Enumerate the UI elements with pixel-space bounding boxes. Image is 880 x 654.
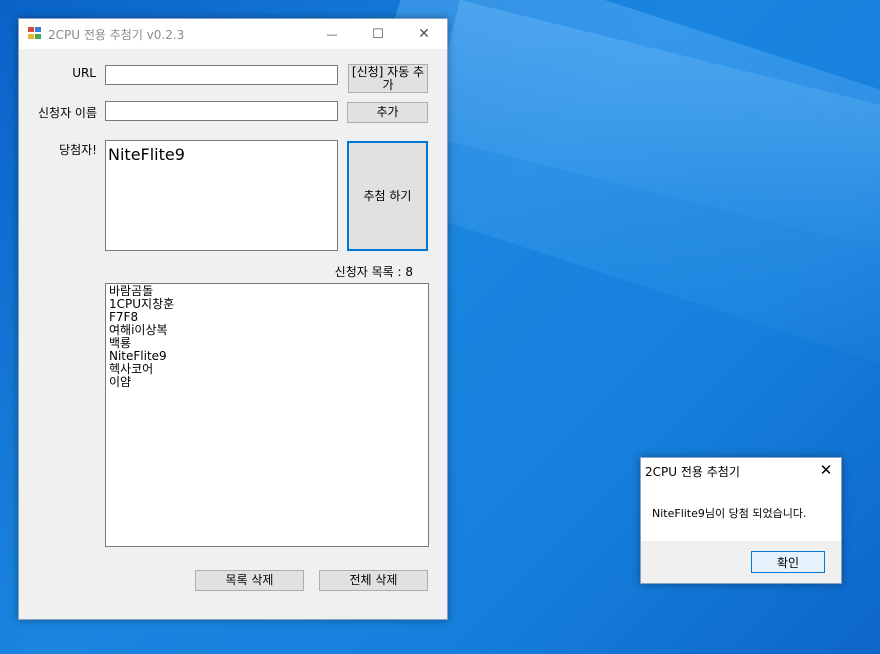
dialog-message: NiteFlite9님이 당첨 되었습니다. [652,507,807,520]
title-bar[interactable]: 2CPU 전용 추첨기 v0.2.3 — ☐ ✕ [19,19,447,49]
app-icon [28,27,42,40]
applicant-count-label: 신청자 목록 : 8 [334,265,413,279]
delete-item-button[interactable]: 목록 삭제 [195,570,304,591]
draw-button[interactable]: 추첨 하기 [347,141,428,251]
url-label: URL [72,66,96,80]
winner-box: NiteFlite9 [105,140,338,251]
list-item[interactable]: 헥사코어 [109,363,425,376]
list-item[interactable]: NiteFlite9 [109,350,425,363]
minimize-button[interactable]: — [309,19,355,49]
maximize-icon: ☐ [372,26,384,42]
list-item[interactable]: 이얌 [109,376,425,389]
dialog-close-button[interactable]: ✕ [811,458,841,482]
main-window: 2CPU 전용 추첨기 v0.2.3 — ☐ ✕ URL [신청] 자동 추가 … [18,18,448,620]
winner-label: 당첨자! [59,143,97,157]
minimize-icon: — [326,27,338,41]
add-button[interactable]: 추가 [347,102,428,123]
applicant-name-label: 신청자 이름 [37,106,97,120]
delete-all-button[interactable]: 전체 삭제 [319,570,428,591]
close-icon: ✕ [819,461,833,479]
applicant-list[interactable]: 바람곰돌 1CPU지창훈 F7F8 여해i이상복 백룡 NiteFlite9 헥사코어 이얌 [105,283,429,547]
close-button[interactable]: ✕ [401,19,447,49]
ok-button[interactable]: 확인 [751,551,825,573]
dialog-title: 2CPU 전용 추첨기 [645,465,740,479]
list-item[interactable]: 여해i이상복 [109,324,425,337]
list-item[interactable]: 1CPU지창훈 [109,298,425,311]
dialog-footer: 확인 [641,541,841,583]
window-title: 2CPU 전용 추첨기 v0.2.3 [48,28,185,42]
applicant-name-input[interactable] [105,101,338,121]
close-icon: ✕ [418,26,430,42]
winner-name: NiteFlite9 [108,145,185,164]
url-input[interactable] [105,65,338,85]
auto-add-button[interactable]: [신청] 자동 추가 [348,64,428,93]
winner-message-dialog: 2CPU 전용 추첨기 ✕ NiteFlite9님이 당첨 되었습니다. 확인 [640,457,842,584]
maximize-button[interactable]: ☐ [355,19,401,49]
